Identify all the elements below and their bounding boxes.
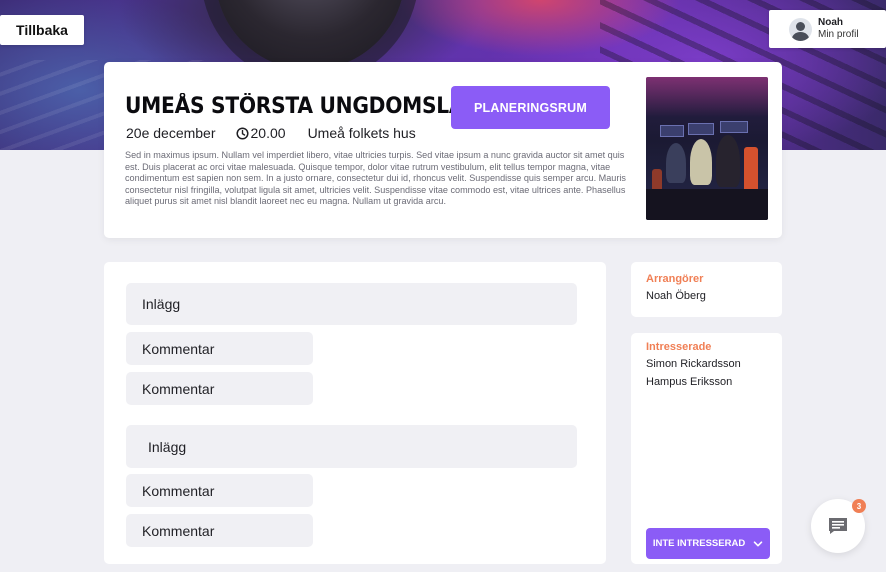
event-meta: 20e december 20.00 Umeå folkets hus [126, 125, 416, 141]
profile-subtitle: Min profil [818, 29, 859, 40]
user-avatar-icon [789, 17, 812, 41]
interested-name[interactable]: Simon Rickardsson [646, 358, 741, 370]
event-location: Umeå folkets hus [307, 125, 416, 141]
back-button[interactable]: Tillbaka [0, 15, 84, 45]
event-title: UMEÅS STÖRSTA UNGDOMSLAN [125, 94, 481, 119]
interested-card: Intresserade Simon Rickardsson Hampus Er… [631, 333, 782, 564]
comment-item[interactable]: Kommentar [126, 372, 313, 405]
planning-room-button[interactable]: PLANERINGSRUM [451, 86, 610, 129]
chat-icon [829, 518, 847, 534]
clock-icon [235, 126, 249, 140]
profile-button[interactable]: Noah Min profil [769, 10, 886, 48]
post-item[interactable]: Inlägg [126, 283, 577, 325]
organizers-title: Arrangörer [646, 273, 704, 285]
feed-panel: Inlägg Kommentar Kommentar Inlägg Kommen… [104, 262, 606, 564]
event-time: 20.00 [250, 125, 286, 141]
event-photo [646, 77, 768, 220]
profile-name: Noah [818, 17, 843, 28]
not-interested-button[interactable]: INTE INTRESSERAD [646, 528, 770, 559]
chat-notification-badge: 3 [852, 499, 866, 513]
event-description: Sed in maximus ipsum. Nullam vel imperdi… [125, 150, 626, 207]
post-item[interactable]: Inlägg [126, 425, 577, 468]
interested-title: Intresserade [646, 341, 712, 353]
event-date: 20e december [126, 125, 216, 141]
organizer-name[interactable]: Noah Öberg [646, 290, 706, 302]
organizers-card: Arrangörer Noah Öberg [631, 262, 782, 317]
comment-item[interactable]: Kommentar [126, 514, 313, 547]
interested-name[interactable]: Hampus Eriksson [646, 376, 732, 388]
not-interested-label: INTE INTRESSERAD [652, 538, 746, 549]
comment-item[interactable]: Kommentar [126, 332, 313, 365]
event-card: UMEÅS STÖRSTA UNGDOMSLAN PLANERINGSRUM 2… [104, 62, 782, 238]
chevron-down-icon [753, 540, 763, 546]
comment-item[interactable]: Kommentar [126, 474, 313, 507]
